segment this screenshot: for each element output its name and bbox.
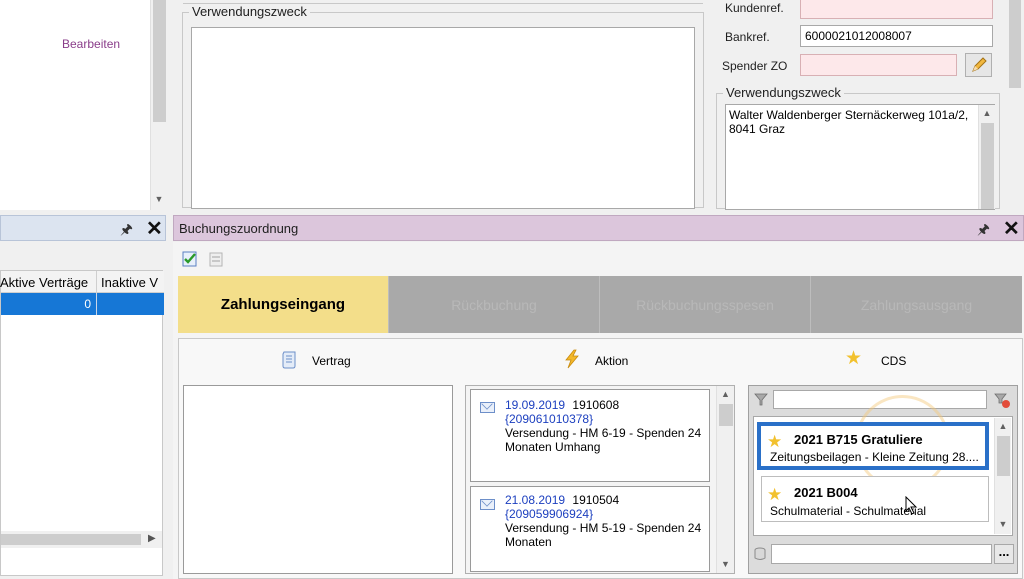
scroll-up-arrow[interactable]: ▲	[995, 420, 1011, 432]
mail-icon	[480, 499, 495, 510]
cds-item-title: 2021 B715 Gratuliere	[794, 432, 923, 447]
left-top-panel	[0, 0, 150, 210]
cds-item[interactable]: ★ 2021 B715 Gratuliere Zeitungsbeilagen …	[757, 422, 989, 470]
purpose-line-2: 8041 Graz	[729, 122, 786, 136]
clear-filter-icon[interactable]	[993, 391, 1011, 409]
action-entry[interactable]: 19.09.2019 1910608 {209061010378} Versen…	[470, 389, 710, 482]
purpose-legend-right: Verwendungszweck	[723, 85, 844, 100]
cds-item-subtitle: Schulmaterial - Schulmaterial	[770, 504, 927, 518]
column-divider	[96, 271, 97, 293]
action-line-1: Versendung - HM 6-19 - Spenden 24	[505, 426, 702, 440]
lightning-icon	[565, 349, 579, 369]
purpose-group-center: Verwendungszweck	[182, 4, 704, 209]
booking-titlebar: Buchungszuordnung 🖈 ✕	[173, 215, 1024, 241]
action-date: 21.08.2019	[505, 493, 566, 507]
star-icon: ★	[767, 485, 783, 504]
filter-icon[interactable]	[753, 391, 769, 407]
mouse-cursor-icon	[905, 496, 918, 515]
cds-search-input[interactable]	[771, 544, 992, 564]
tab-zahlungseingang[interactable]: Zahlungseingang	[178, 276, 389, 333]
action-ref: {209061010378}	[505, 412, 594, 426]
scroll-down-arrow[interactable]: ▼	[151, 193, 167, 205]
action-header: Aktion	[595, 354, 629, 368]
contract-header: Vertrag	[312, 354, 351, 368]
column-header-inactive[interactable]: Inaktive V	[101, 275, 158, 290]
table-row[interactable]: 0	[1, 293, 164, 315]
database-icon[interactable]	[753, 546, 767, 562]
customer-ref-label: Kundenref.	[725, 1, 784, 15]
action-line-2: Monaten	[505, 535, 552, 549]
scroll-up-arrow[interactable]: ▲	[979, 107, 995, 119]
tab-rueckbuchung[interactable]: Rückbuchung	[389, 276, 600, 333]
contract-icon	[282, 351, 296, 369]
row-divider	[96, 293, 97, 315]
left-panel-titlebar: 🖈 ✕	[0, 215, 166, 241]
cds-item-title: 2021 B004	[794, 485, 858, 500]
action-date: 19.09.2019	[505, 398, 566, 412]
scroll-thumb[interactable]	[719, 404, 733, 426]
scroll-thumb[interactable]	[981, 123, 994, 209]
tab-zahlungsausgang[interactable]: Zahlungsausgang	[811, 276, 1022, 333]
cds-item-subtitle: Zeitungsbeilagen - Kleine Zeitung 28....	[770, 450, 979, 464]
scroll-up-arrow[interactable]: ▲	[717, 388, 734, 400]
scroll-down-arrow[interactable]: ▼	[717, 558, 734, 570]
edit-donor-button[interactable]	[965, 53, 992, 77]
purpose-line-1: Walter Waldenberger Sternäckerweg 101a/2…	[729, 108, 969, 122]
pin-icon[interactable]: 🖈	[120, 219, 133, 243]
document-icon[interactable]	[207, 250, 225, 268]
table-header: Aktive Verträge Inaktive V	[0, 271, 164, 293]
scroll-down-arrow[interactable]: ▼	[995, 518, 1011, 530]
cds-scrollbar[interactable]: ▲ ▼	[994, 418, 1011, 534]
action-ref: {209059906924}	[505, 507, 594, 521]
cds-item[interactable]: ★ 2021 B004 Schulmaterial - Schulmateria…	[761, 476, 989, 522]
donor-field[interactable]	[800, 54, 957, 76]
action-number: 1910504	[572, 493, 620, 507]
scroll-right-arrow[interactable]: ▶	[148, 533, 156, 544]
row-active-count: 0	[84, 297, 91, 311]
mail-icon	[480, 402, 495, 413]
scroll-thumb[interactable]	[997, 436, 1010, 476]
right-edge-scrollbar[interactable]	[1006, 0, 1024, 210]
scroll-thumb[interactable]	[153, 0, 166, 122]
bank-ref-field[interactable]: 6000021012008007	[800, 25, 993, 47]
donor-label: Spender ZO	[722, 59, 788, 73]
booking-title: Buchungszuordnung	[179, 221, 299, 236]
contract-list[interactable]	[183, 385, 453, 574]
purpose-legend: Verwendungszweck	[189, 4, 310, 19]
star-icon: ★	[767, 432, 783, 451]
cds-header: CDS	[881, 354, 907, 368]
left-table: Aktive Verträge Inaktive V 0 ▶	[0, 270, 164, 576]
left-top-scrollbar[interactable]: ▼	[150, 0, 167, 210]
action-scrollbar[interactable]: ▲ ▼	[716, 386, 734, 573]
tab-rueckbuchungsspesen[interactable]: Rückbuchungsspesen	[600, 276, 811, 333]
cds-more-button[interactable]: ...	[994, 544, 1014, 564]
edit-link[interactable]: Bearbeiten	[62, 37, 120, 51]
purpose-text-right[interactable]: Walter Waldenberger Sternäckerweg 101a/2…	[725, 104, 995, 210]
action-line-1: Versendung - HM 5-19 - Spenden 24	[505, 521, 702, 535]
customer-ref-field[interactable]	[800, 0, 993, 19]
scroll-thumb[interactable]	[1, 534, 141, 545]
column-header-active[interactable]: Aktive Verträge	[0, 275, 88, 290]
action-number: 1910608	[572, 398, 620, 412]
purpose-textarea[interactable]	[191, 27, 695, 209]
close-icon[interactable]: ✕	[146, 216, 163, 241]
close-icon[interactable]: ✕	[1003, 216, 1020, 241]
action-entry[interactable]: 21.08.2019 1910504 {209059906924} Versen…	[470, 486, 710, 572]
pin-icon[interactable]: 🖈	[977, 219, 990, 243]
star-icon: ★	[845, 348, 863, 369]
left-table-hscroll[interactable]: ▶	[1, 531, 162, 548]
action-line-2: Monaten Umhang	[505, 440, 601, 454]
check-document-icon[interactable]	[181, 250, 199, 268]
pencil-icon	[972, 57, 987, 72]
scroll-thumb[interactable]	[1009, 0, 1021, 88]
purpose-scrollbar[interactable]: ▲	[978, 105, 995, 209]
bank-ref-label: Bankref.	[725, 30, 770, 44]
purpose-group-right: Verwendungszweck Walter Waldenberger Ste…	[716, 85, 1000, 210]
